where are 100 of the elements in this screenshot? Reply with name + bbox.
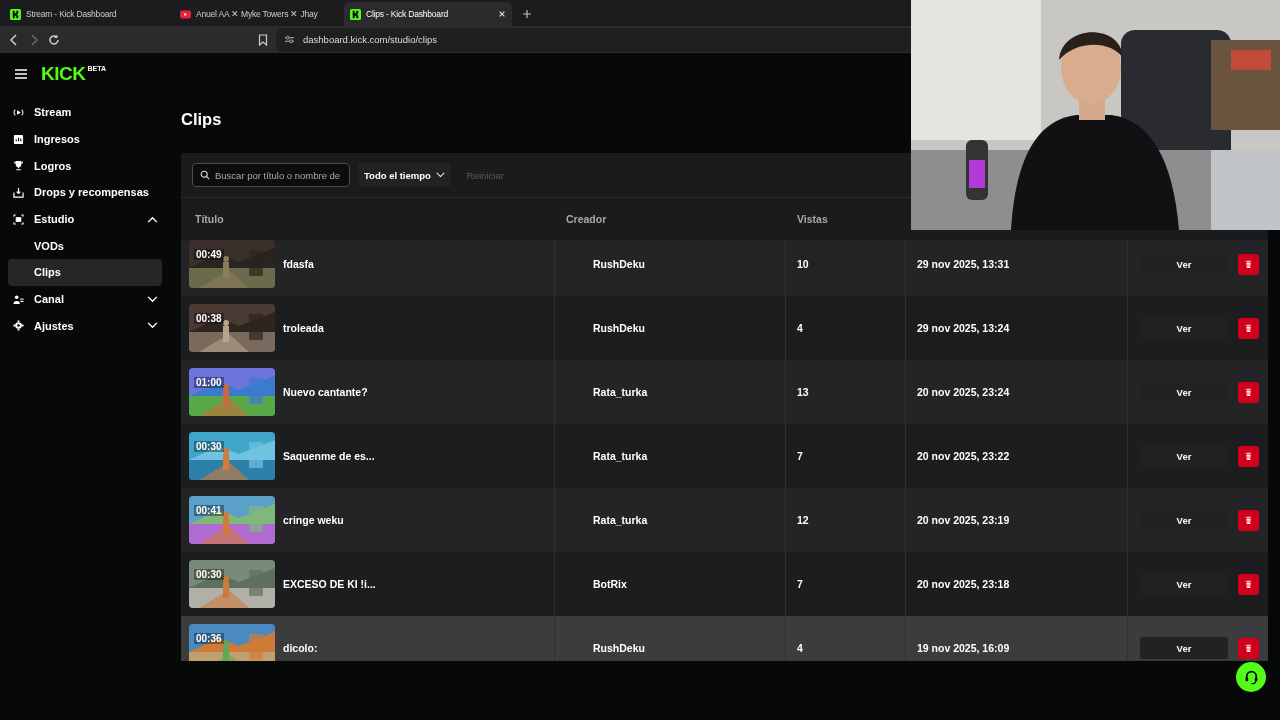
reload-icon[interactable] bbox=[48, 33, 60, 46]
trash-icon bbox=[1245, 643, 1252, 653]
sidebar-item[interactable]: Canal bbox=[8, 285, 162, 313]
search-icon bbox=[200, 170, 210, 180]
delete-button[interactable] bbox=[1238, 317, 1259, 339]
trophy-icon bbox=[13, 160, 24, 172]
trash-icon bbox=[1245, 579, 1252, 589]
table-row[interactable]: 00:36 dicolo: RushDeku 4 19 nov 2025, 16:09 Ver bbox=[181, 616, 1268, 661]
trash-icon bbox=[1245, 451, 1252, 461]
creator-name: RushDeku bbox=[593, 258, 645, 270]
table-row[interactable]: 01:00 Nuevo cantante? Rata_turka 13 20 nov 2025, 23:24 Ver bbox=[181, 360, 1268, 424]
page-title: Clips bbox=[181, 109, 223, 130]
creator-name: Rata_turka bbox=[593, 386, 648, 398]
close-icon[interactable] bbox=[498, 10, 506, 18]
view-button[interactable]: Ver bbox=[1140, 573, 1228, 595]
clip-title: Saquenme de es... bbox=[283, 450, 375, 462]
kick-favicon-icon bbox=[350, 8, 361, 20]
table-row[interactable]: 00:41 cringe weku Rata_turka 12 20 nov 2025, 23:19 Ver bbox=[181, 488, 1268, 552]
delete-button[interactable] bbox=[1238, 573, 1259, 595]
view-count: 10 bbox=[797, 258, 809, 270]
play-favicon-icon bbox=[180, 8, 191, 20]
clip-date: 20 nov 2025, 23:18 bbox=[917, 578, 1010, 590]
clip-title: fdasfa bbox=[283, 258, 314, 270]
sidebar-item[interactable]: Ingresos bbox=[8, 125, 162, 153]
clip-title: cringe weku bbox=[283, 514, 344, 526]
chevron-icon[interactable] bbox=[147, 295, 158, 303]
view-count: 7 bbox=[797, 578, 803, 590]
clip-title: dicolo: bbox=[283, 642, 318, 654]
chart-icon bbox=[13, 133, 24, 145]
duration-badge: 00:49 bbox=[194, 249, 224, 260]
table-row[interactable]: 00:49 fdasfa RushDeku 10 29 nov 2025, 13:31 Ver bbox=[181, 240, 1268, 296]
bookmark-icon[interactable] bbox=[258, 33, 268, 46]
trash-icon bbox=[1245, 323, 1252, 333]
support-button[interactable] bbox=[1236, 662, 1266, 692]
forward-icon[interactable] bbox=[28, 33, 40, 46]
delete-button[interactable] bbox=[1238, 509, 1259, 531]
clip-title: troleada bbox=[283, 322, 324, 334]
duration-badge: 00:30 bbox=[194, 441, 224, 452]
trash-icon bbox=[1245, 515, 1252, 525]
view-count: 13 bbox=[797, 386, 809, 398]
clip-title: EXCESO DE KI !i... bbox=[283, 578, 376, 590]
creator-name: BotRix bbox=[593, 578, 627, 590]
chevron-icon bbox=[435, 172, 445, 178]
trash-icon bbox=[1245, 259, 1252, 269]
menu-icon[interactable] bbox=[15, 69, 27, 79]
delete-button[interactable] bbox=[1238, 253, 1259, 275]
chevron-icon[interactable] bbox=[147, 322, 158, 330]
view-count: 4 bbox=[797, 322, 803, 334]
duration-badge: 00:41 bbox=[194, 505, 224, 516]
duration-badge: 00:30 bbox=[194, 569, 224, 580]
view-count: 7 bbox=[797, 450, 803, 462]
delete-button[interactable] bbox=[1238, 637, 1259, 659]
back-icon[interactable] bbox=[8, 33, 20, 46]
sidebar-item[interactable]: Logros bbox=[8, 152, 162, 180]
clip-title: Nuevo cantante? bbox=[283, 386, 368, 398]
creator-name: Rata_turka bbox=[593, 514, 648, 526]
sidebar-item[interactable]: Drops y recompensas bbox=[8, 179, 162, 206]
clip-date: 29 nov 2025, 13:24 bbox=[917, 322, 1010, 334]
site-settings-icon[interactable] bbox=[284, 34, 295, 45]
clip-date: 20 nov 2025, 23:22 bbox=[917, 450, 1010, 462]
browser-tab[interactable]: Anuel AA ✕ Myke Towers ✕ Jhay bbox=[174, 2, 342, 26]
browser-tab[interactable]: Stream - Kick Dashboard bbox=[4, 2, 172, 26]
column-header: Vistas bbox=[796, 213, 829, 225]
sidebar-item[interactable]: Stream bbox=[8, 99, 162, 126]
view-button[interactable]: Ver bbox=[1140, 637, 1228, 659]
sidebar-subitem[interactable]: VODs bbox=[8, 232, 162, 260]
browser-tab[interactable]: Clips - Kick Dashboard bbox=[344, 2, 512, 26]
gear-icon bbox=[13, 320, 24, 332]
clip-date: 29 nov 2025, 13:31 bbox=[917, 258, 1010, 270]
chevron-icon[interactable] bbox=[147, 215, 158, 223]
column-header: Creador bbox=[565, 213, 608, 225]
sidebar-item[interactable]: Ajustes bbox=[8, 312, 162, 340]
view-button[interactable]: Ver bbox=[1140, 317, 1228, 339]
sidebar-item[interactable]: Estudio bbox=[8, 205, 162, 233]
clip-date: 20 nov 2025, 23:19 bbox=[917, 514, 1010, 526]
people-icon bbox=[13, 293, 24, 305]
creator-name: Rata_turka bbox=[593, 450, 648, 462]
kick-logo[interactable]: KICK bbox=[41, 63, 86, 85]
creator-name: RushDeku bbox=[593, 642, 645, 654]
trash-icon bbox=[1245, 387, 1252, 397]
kick-favicon-icon bbox=[10, 8, 21, 20]
view-count: 4 bbox=[797, 642, 803, 654]
creator-name: RushDeku bbox=[593, 322, 645, 334]
focus-icon bbox=[13, 213, 24, 225]
clip-date: 19 nov 2025, 16:09 bbox=[917, 642, 1010, 654]
duration-badge: 01:00 bbox=[194, 377, 224, 388]
new-tab-icon[interactable] bbox=[522, 9, 532, 19]
view-count: 12 bbox=[797, 514, 809, 526]
clip-date: 20 nov 2025, 23:24 bbox=[917, 386, 1010, 398]
download-tray-icon bbox=[13, 186, 24, 198]
address-bar[interactable]: dashboard.kick.com/studio/clips bbox=[276, 27, 911, 52]
period-dropdown[interactable]: Todo el tiempo bbox=[358, 163, 451, 187]
delete-button[interactable] bbox=[1238, 381, 1259, 403]
search-field[interactable]: Buscar por título o nombre de bbox=[192, 163, 350, 187]
duration-badge: 00:38 bbox=[194, 313, 224, 324]
headset-icon bbox=[1243, 669, 1259, 685]
view-button[interactable]: Ver bbox=[1140, 445, 1228, 467]
sidebar-subitem[interactable]: Clips bbox=[8, 259, 162, 286]
duration-badge: 00:36 bbox=[194, 633, 224, 644]
delete-button[interactable] bbox=[1238, 445, 1259, 467]
